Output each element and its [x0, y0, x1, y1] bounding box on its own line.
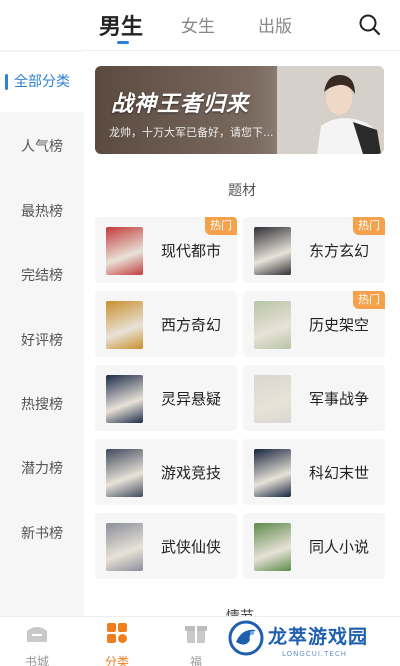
nav-category[interactable]: 分类: [87, 623, 147, 666]
sidebar-item-new[interactable]: 新书榜: [0, 504, 84, 564]
sidebar-item-label: 完结榜: [21, 268, 63, 284]
sidebar-item-label: 新书榜: [21, 526, 63, 542]
section-title: 题材: [228, 183, 256, 199]
genre-label: 军事战争: [309, 390, 370, 408]
nav-label: 福: [189, 655, 202, 666]
sidebar-item-label: 好评榜: [21, 333, 63, 349]
book-cover: [106, 449, 143, 497]
logo-subtext: LONGCUI.TECH: [282, 650, 347, 658]
search-button[interactable]: [358, 13, 382, 37]
sidebar-item-completed[interactable]: 完结榜: [0, 246, 84, 306]
tab-male[interactable]: 男生: [99, 9, 143, 41]
nav-label: 分类: [104, 655, 129, 666]
sidebar-item-label: 潜力榜: [21, 461, 63, 477]
banner-character-image: [277, 66, 384, 154]
genre-label: 历史架空: [309, 316, 370, 334]
sidebar-item-label: 人气榜: [21, 139, 63, 155]
book-cover: [254, 375, 291, 423]
logo-text: 龙萃游戏园: [268, 626, 369, 648]
book-cover: [254, 227, 291, 275]
sidebar-item-potential[interactable]: 潜力榜: [0, 439, 84, 499]
sidebar: 全部分类 人气榜 最热榜 完结榜 好评榜 热搜榜 潜力榜 新书榜: [0, 51, 84, 616]
sidebar-item-searched[interactable]: 热搜榜: [0, 375, 84, 435]
book-cover: [106, 301, 143, 349]
genre-card[interactable]: 科幻末世: [243, 439, 385, 505]
sidebar-item-label: 热搜榜: [21, 397, 63, 413]
nav-bookstore[interactable]: 书城: [7, 623, 67, 666]
sidebar-item-label: 最热榜: [21, 204, 63, 220]
sidebar-item-all[interactable]: 全部分类: [0, 52, 84, 112]
genre-label: 科幻末世: [309, 464, 370, 482]
top-tab-bar: 男生 女生 出版: [0, 0, 400, 50]
genre-label: 东方玄幻: [309, 242, 370, 260]
promo-banner[interactable]: 战神王者归来 龙帅，十万大军已备好，请您下...: [95, 66, 384, 154]
sidebar-item-rated[interactable]: 好评榜: [0, 311, 84, 371]
genre-card[interactable]: 灵异悬疑: [95, 365, 237, 431]
hot-badge: 热门: [353, 291, 385, 309]
book-cover: [254, 449, 291, 497]
banner-title: 战神王者归来: [111, 92, 250, 117]
book-cover: [106, 375, 143, 423]
genre-label: 现代都市: [161, 242, 222, 260]
tab-publish[interactable]: 出版: [258, 12, 292, 37]
genre-card[interactable]: 现代都市 热门: [95, 217, 237, 283]
genre-card[interactable]: 武侠仙侠: [95, 513, 237, 579]
category-icon: [107, 623, 127, 643]
sidebar-item-label: 全部分类: [14, 74, 70, 90]
genre-label: 西方奇幻: [161, 316, 222, 334]
genre-card[interactable]: 军事战争: [243, 365, 385, 431]
genre-card[interactable]: 西方奇幻: [95, 291, 237, 357]
book-cover: [106, 523, 143, 571]
active-indicator: [5, 74, 8, 90]
nav-label: 书城: [24, 655, 49, 666]
genre-label: 同人小说: [309, 538, 370, 556]
logo-mark-icon: [228, 620, 264, 656]
banner-subtitle: 龙帅，十万大军已备好，请您下...: [109, 126, 274, 139]
genre-card[interactable]: 历史架空 热门: [243, 291, 385, 357]
sidebar-item-popular[interactable]: 人气榜: [0, 117, 84, 177]
hot-badge: 热门: [353, 217, 385, 235]
genre-label: 游戏竞技: [161, 464, 222, 482]
sidebar-item-hottest[interactable]: 最热榜: [0, 182, 84, 242]
book-cover: [254, 301, 291, 349]
active-tab-indicator: [117, 41, 129, 44]
watermark-logo: 龙萃游戏园 LONGCUI.TECH: [226, 618, 400, 666]
genre-card[interactable]: 游戏竞技: [95, 439, 237, 505]
book-cover: [254, 523, 291, 571]
genre-label: 武侠仙侠: [161, 538, 222, 556]
search-icon: [359, 14, 381, 36]
genre-card[interactable]: 同人小说: [243, 513, 385, 579]
welfare-icon: [185, 626, 207, 643]
book-cover: [106, 227, 143, 275]
bookstore-icon: [27, 627, 47, 642]
tab-female[interactable]: 女生: [181, 12, 215, 37]
hot-badge: 热门: [205, 217, 237, 235]
nav-welfare[interactable]: 福: [166, 623, 226, 666]
genre-label: 灵异悬疑: [161, 390, 222, 408]
genre-card[interactable]: 东方玄幻 热门: [243, 217, 385, 283]
